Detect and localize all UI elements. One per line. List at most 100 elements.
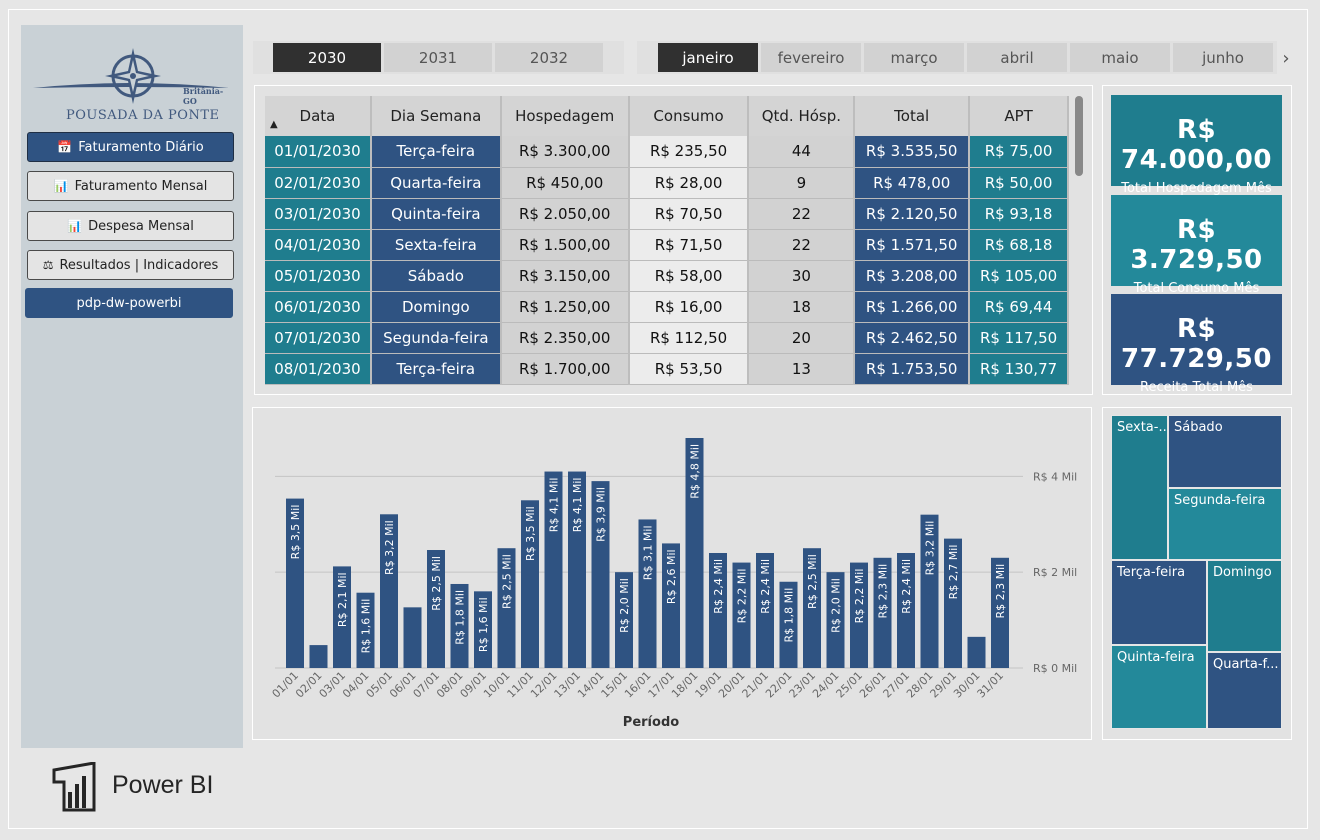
logo: Britânia-GO Pousada da Ponte [31, 40, 236, 123]
chevron-right-icon[interactable]: › [1279, 44, 1293, 73]
table-cell: 20 [748, 322, 856, 354]
calendar-icon: 📅 [57, 140, 73, 154]
table-cell: R$ 50,00 [969, 167, 1069, 199]
treemap-tile[interactable]: Sexta-... [1111, 415, 1168, 560]
column-header[interactable]: Data ▲ [265, 96, 372, 136]
year-option[interactable]: 2031 [384, 43, 492, 72]
table-cell: R$ 235,50 [628, 136, 750, 168]
data-label: R$ 2,2 Mil [853, 569, 866, 624]
column-header[interactable]: Total [854, 96, 971, 136]
table-cell: R$ 1.250,00 [500, 291, 630, 323]
column-header[interactable]: Consumo [628, 96, 750, 136]
bar[interactable] [309, 645, 328, 668]
table-cell: 04/01/2030 [265, 229, 372, 261]
table-cell: Segunda-feira [370, 322, 502, 354]
kpi-value: R$ 3.729,50 [1130, 215, 1263, 275]
month-option[interactable]: maio [1070, 43, 1170, 72]
data-label: R$ 2,7 Mil [947, 545, 960, 600]
data-label: R$ 1,8 Mil [454, 590, 467, 645]
year-option[interactable]: 2030 [273, 43, 381, 72]
table-cell: 07/01/2030 [265, 322, 372, 354]
table-cell: R$ 450,00 [500, 167, 630, 199]
nav-faturamento-mensal-button[interactable]: 📊 Faturamento Mensal [27, 171, 234, 201]
nav-faturamento-diario-button[interactable]: 📅 Faturamento Diário [27, 132, 234, 162]
bar-chart-icon: 📊 [53, 179, 69, 193]
data-label: R$ 1,6 Mil [360, 599, 373, 654]
treemap-tile[interactable]: Segunda-feira [1168, 488, 1282, 560]
bar-chart-icon: 📊 [67, 219, 83, 233]
kpi-label: Total Hospedagem Mês [1121, 181, 1272, 196]
year-option[interactable]: 2032 [495, 43, 603, 72]
treemap-tile[interactable]: Sábado [1168, 415, 1282, 488]
nav-label: Faturamento Mensal [74, 178, 208, 194]
table-row[interactable]: 05/01/2030 Sábado R$ 3.150,00 R$ 58,00 30 R$ … [265, 260, 1069, 292]
table-cell: R$ 2.350,00 [500, 322, 630, 354]
table-cell: R$ 70,50 [628, 198, 750, 230]
powerbi-logo-icon [52, 762, 96, 812]
column-header[interactable]: Hospedagem [500, 96, 630, 136]
treemap-tile[interactable]: Quarta-f... [1207, 652, 1282, 729]
nav-pdp-dw-powerbi-button[interactable]: pdp-dw-powerbi [25, 288, 233, 318]
data-label: R$ 4,8 Mil [689, 444, 702, 499]
nav-label: pdp-dw-powerbi [76, 295, 182, 311]
bar[interactable] [403, 607, 422, 668]
data-label: R$ 2,0 Mil [618, 578, 631, 633]
table-cell: R$ 2.462,50 [854, 322, 971, 354]
table-cell: Quinta-feira [370, 198, 502, 230]
column-header-label: APT [1004, 107, 1033, 125]
table-row[interactable]: 02/01/2030 Quarta-feira R$ 450,00 R$ 28,00 9… [265, 167, 1069, 199]
table-cell: 30 [748, 260, 856, 292]
column-header-label: Dia Semana [390, 107, 482, 125]
column-header-label: Qtd. Hósp. [761, 107, 842, 125]
month-option[interactable]: fevereiro [761, 43, 861, 72]
data-label: R$ 4,1 Mil [548, 478, 561, 533]
table-scrollbar[interactable] [1075, 96, 1083, 176]
month-option[interactable]: abril [967, 43, 1067, 72]
data-label: R$ 2,4 Mil [759, 559, 772, 614]
table-cell: R$ 53,50 [628, 353, 750, 385]
data-label: R$ 3,5 Mil [524, 506, 537, 561]
table-row[interactable]: 03/01/2030 Quinta-feira R$ 2.050,00 R$ 70,5… [265, 198, 1069, 230]
treemap-tile[interactable]: Domingo [1207, 560, 1282, 652]
daily-revenue-chart-panel: R$ 0 Mil R$ 2 Mil R$ 4 Mil R$ 3,5 Mil 01/01 0… [252, 407, 1092, 740]
month-option[interactable]: março [864, 43, 964, 72]
x-axis-title: Período [623, 715, 679, 730]
treemap-tile[interactable]: Quinta-feira [1111, 645, 1207, 729]
month-option[interactable]: junho [1173, 43, 1273, 72]
column-header[interactable]: Dia Semana [370, 96, 502, 136]
nav-despesa-mensal-button[interactable]: 📊 Despesa Mensal [27, 211, 234, 241]
treemap-tile[interactable]: Terça-feira [1111, 560, 1207, 645]
table-row[interactable]: 06/01/2030 Domingo R$ 1.250,00 R$ 16,00 18 R$… [265, 291, 1069, 323]
bar[interactable] [967, 636, 986, 668]
nav-resultados-button[interactable]: ⚖ Resultados | Indicadores [27, 250, 234, 280]
table-cell: R$ 1.571,50 [854, 229, 971, 261]
table-cell: 01/01/2030 [265, 136, 372, 168]
year-slicer: 2030 2031 2032 [253, 41, 624, 74]
table-row[interactable]: 04/01/2030 Sexta-feira R$ 1.500,00 R$ 71,50… [265, 229, 1069, 261]
table-cell: 22 [748, 229, 856, 261]
table-row[interactable]: 01/01/2030 Terça-feira R$ 3.300,00 R$ 235,5… [265, 136, 1069, 168]
table-cell: R$ 1.753,50 [854, 353, 971, 385]
sort-ascending-icon[interactable]: ▲ [270, 119, 278, 130]
kpi-card-receita: R$ 77.729,50 Receita Total Mês [1111, 294, 1282, 395]
table-cell: 05/01/2030 [265, 260, 372, 292]
nav-label: Despesa Mensal [88, 218, 194, 234]
column-header[interactable]: APT [969, 96, 1069, 136]
y-tick-label: R$ 0 Mil [1033, 662, 1077, 675]
data-label: R$ 2,5 Mil [501, 554, 514, 609]
table-cell: R$ 130,77 [969, 353, 1069, 385]
scale-icon: ⚖ [42, 258, 54, 272]
data-label: R$ 3,2 Mil [383, 520, 396, 575]
table-cell: 06/01/2030 [265, 291, 372, 323]
data-label: R$ 1,8 Mil [783, 588, 796, 643]
month-option[interactable]: janeiro [658, 43, 758, 72]
table-row[interactable]: 08/01/2030 Terça-feira R$ 1.700,00 R$ 53,50… [265, 353, 1069, 385]
table-cell: Sexta-feira [370, 229, 502, 261]
table-cell: R$ 68,18 [969, 229, 1069, 261]
table-cell: R$ 1.500,00 [500, 229, 630, 261]
table-cell: R$ 478,00 [854, 167, 971, 199]
data-label: R$ 3,9 Mil [595, 487, 608, 542]
table-row[interactable]: 07/01/2030 Segunda-feira R$ 2.350,00 R$ 112… [265, 322, 1069, 354]
column-header[interactable]: Qtd. Hósp. [748, 96, 856, 136]
table-cell: R$ 93,18 [969, 198, 1069, 230]
